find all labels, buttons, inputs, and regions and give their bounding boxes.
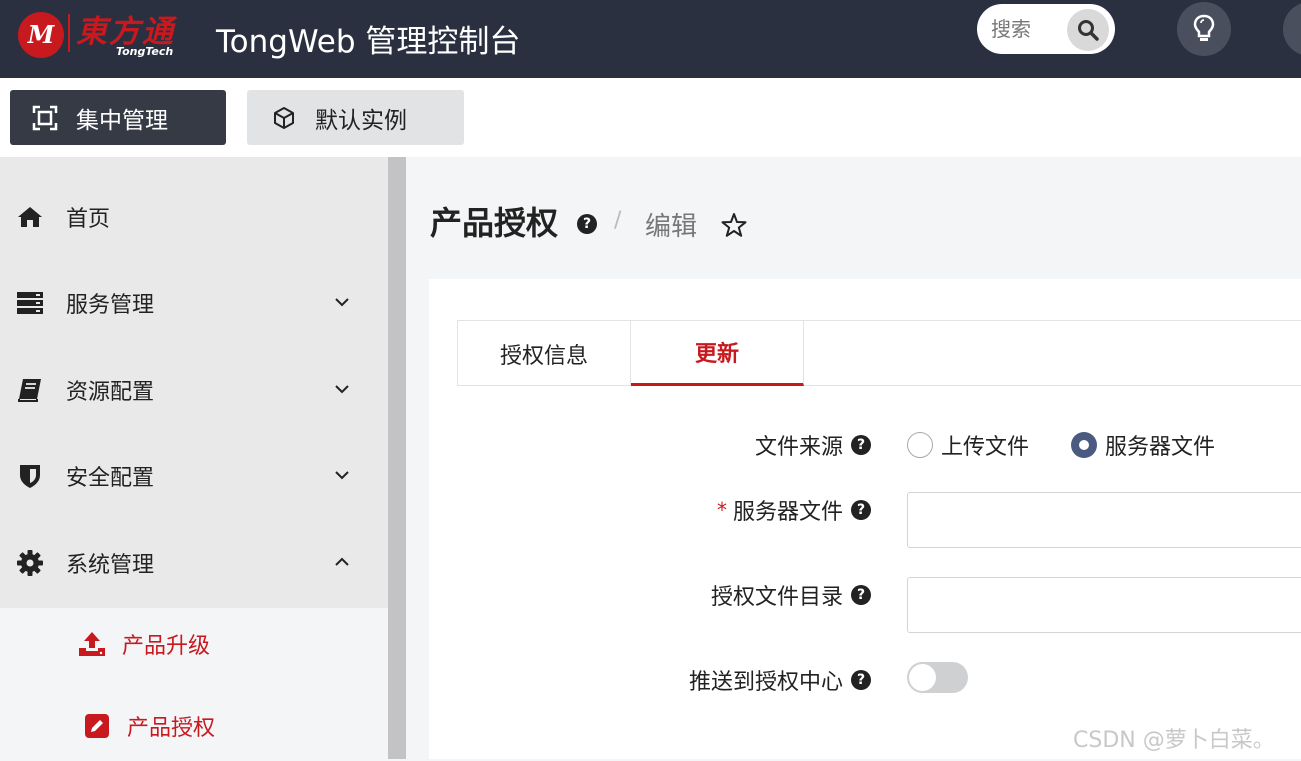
radio-upload-label: 上传文件 [941,435,1030,460]
central-management-label: 集中管理 [76,107,168,134]
mode-bar: 集中管理 默认实例 [0,78,1301,157]
chevron-down-icon [335,298,349,307]
tips-button[interactable] [1177,2,1231,56]
license-dir-input[interactable] [907,577,1301,633]
search-button[interactable] [1067,9,1109,51]
sidebar-subitem-upgrade[interactable]: 产品升级 [0,609,388,679]
chevron-up-icon [335,557,349,566]
radio-upload[interactable] [907,432,933,458]
tab-license-info[interactable]: 授权信息 [458,321,631,386]
radio-upload-option[interactable]: 上传文件 [907,429,1029,461]
help-icon[interactable]: ? [851,585,871,605]
help-icon[interactable]: ? [851,500,871,520]
help-icon[interactable]: ? [851,670,871,690]
license-dir-text: 授权文件目录 [710,585,843,610]
shield-icon [16,462,44,490]
search-icon [1078,20,1099,41]
push-label: 推送到授权中心 ? [689,664,871,696]
server-icon [16,289,44,317]
sidebar-item-label: 系统管理 [66,553,155,578]
sidebar-item-system[interactable]: 系统管理 [0,520,388,606]
top-header: M 東方通 TongTech TongWeb 管理控制台 [0,0,1301,78]
tab-update[interactable]: 更新 [631,321,804,386]
cube-icon [271,105,297,131]
sidebar-item-service[interactable]: 服务管理 [0,260,388,346]
push-text: 推送到授权中心 [688,670,843,695]
file-source-label: 文件来源 ? [755,429,871,461]
watermark: CSDN @萝卜白菜。 [1073,728,1275,753]
logo-subtext: TongTech [116,45,174,58]
license-dir-label: 授权文件目录 ? [711,579,871,611]
tab-bar: 授权信息 更新 [457,320,1301,386]
default-instance-button[interactable]: 默认实例 [247,90,464,145]
logo-divider [68,14,70,52]
search-box [977,4,1115,54]
star-icon[interactable] [721,212,747,238]
sidebar-item-label: 资源配置 [66,380,155,405]
sidebar-item-label: 安全配置 [66,466,155,491]
app-title: TongWeb 管理控制台 [216,24,521,60]
breadcrumb-separator: / [614,208,622,233]
help-icon[interactable]: ? [851,435,871,455]
sidebar-subitem-label: 产品升级 [122,634,211,659]
central-management-button[interactable]: 集中管理 [10,90,226,145]
sidebar-item-security[interactable]: 安全配置 [0,433,388,519]
focus-frame-icon [32,105,58,131]
help-icon[interactable]: ? [577,214,597,234]
chevron-down-icon [335,471,349,480]
sidebar-item-home[interactable]: 首页 [0,174,388,260]
page-title: 产品授权 [430,204,559,242]
chevron-down-icon [335,385,349,394]
required-marker: * [716,498,727,522]
server-file-label: * 服务器文件 ? [717,494,871,526]
sidebar-item-resources[interactable]: 资源配置 [0,347,388,433]
user-button[interactable] [1283,2,1301,56]
lightbulb-icon [1193,14,1215,41]
upload-icon [78,630,106,658]
edit-icon [83,712,111,740]
submenu-system: 产品升级 产品授权 [0,608,388,759]
sidebar-subitem-license[interactable]: 产品授权 [0,691,388,761]
home-icon [16,203,44,231]
book-icon [16,376,44,404]
radio-server-label: 服务器文件 [1105,435,1216,460]
file-source-text: 文件来源 [754,435,843,460]
logo-mark: M [18,12,64,58]
default-instance-label: 默认实例 [315,107,407,134]
sidebar-item-label: 首页 [66,207,111,232]
sidebar-item-label: 服务管理 [66,293,155,318]
server-file-input[interactable] [907,492,1301,548]
gear-icon [16,549,44,577]
radio-server-option[interactable]: 服务器文件 [1071,429,1215,461]
push-toggle[interactable] [907,662,968,693]
breadcrumb-current: 编辑 [645,212,698,242]
sidebar-scrollbar[interactable] [388,157,406,759]
server-file-text: 服务器文件 [732,500,843,525]
radio-server[interactable] [1071,432,1097,458]
search-input[interactable] [991,14,1061,44]
sidebar-subitem-label: 产品授权 [127,716,216,741]
